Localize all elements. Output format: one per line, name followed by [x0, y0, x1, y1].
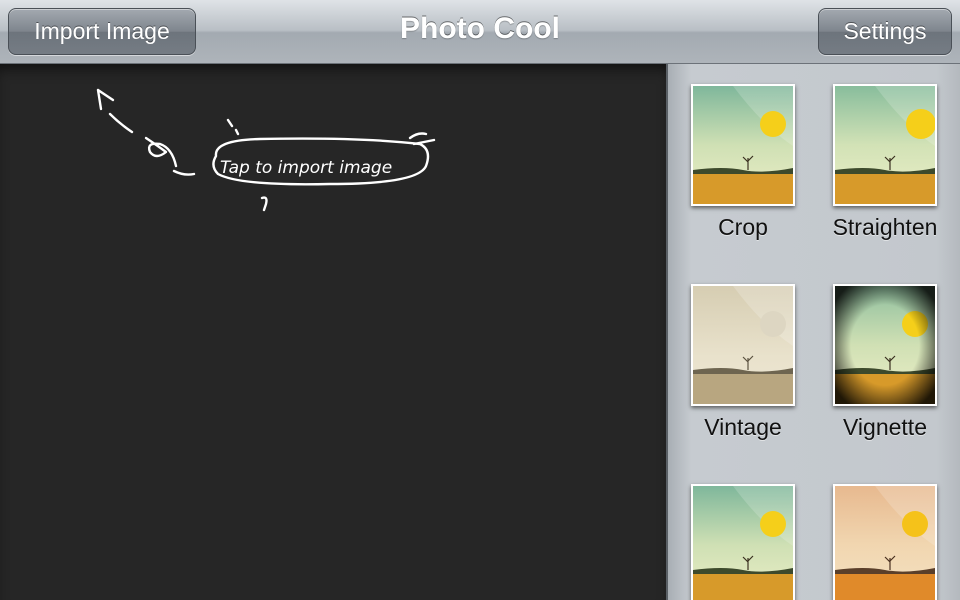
import-hint-drawing: Tap to import image: [96, 88, 436, 212]
import-hint-text: Tap to import image: [220, 158, 392, 178]
effect-crop[interactable]: Crop: [673, 84, 813, 241]
effect-label: Vignette: [843, 414, 927, 440]
effect-thumbnail: [833, 484, 937, 600]
effect-tile-5[interactable]: [673, 484, 813, 600]
landscape-thumbnail-icon: [835, 86, 935, 204]
landscape-thumbnail-icon: [835, 486, 935, 600]
landscape-thumbnail-icon: [835, 286, 935, 404]
landscape-thumbnail-icon: [693, 86, 793, 204]
effect-label: Crop: [718, 214, 768, 240]
effect-straighten[interactable]: Straighten: [815, 84, 955, 241]
effect-thumbnail: [833, 84, 937, 206]
effect-tile-6[interactable]: [815, 484, 955, 600]
effect-thumbnail: [691, 84, 795, 206]
effect-thumbnail: [833, 284, 937, 406]
image-canvas[interactable]: Tap to import image: [0, 64, 666, 600]
settings-button[interactable]: Settings: [818, 8, 952, 55]
effect-thumbnail: [691, 484, 795, 600]
effect-vignette[interactable]: Vignette: [815, 284, 955, 441]
effect-label: Vintage: [704, 414, 782, 440]
hint-arrow-icon: [96, 88, 115, 111]
effect-label: Straighten: [832, 214, 938, 240]
landscape-thumbnail-icon: [693, 486, 793, 600]
effects-panel[interactable]: Crop Straighten Vintage Vignette: [666, 64, 960, 600]
effect-vintage[interactable]: Vintage: [673, 284, 813, 441]
effect-thumbnail: [691, 284, 795, 406]
app-title: Photo Cool: [400, 12, 560, 45]
top-toolbar: Import Image Photo Cool Settings: [0, 0, 960, 64]
landscape-thumbnail-icon: [693, 286, 793, 404]
